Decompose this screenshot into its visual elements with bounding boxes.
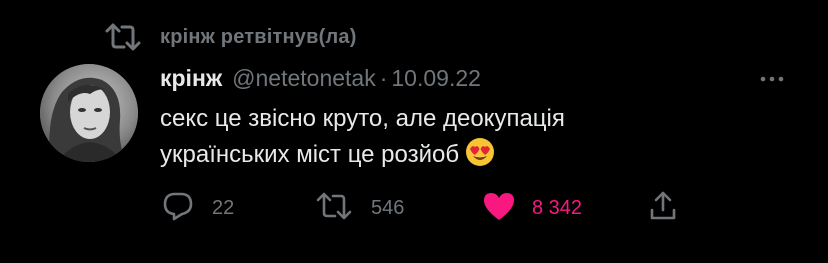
like-count: 8 342: [532, 196, 583, 219]
tweet-text-line-2-text: українських міст це розйоб: [160, 141, 460, 168]
retweet-icon: [104, 22, 142, 52]
retweet-icon[interactable]: [315, 191, 353, 226]
action-bar: 22 546 8 342: [160, 188, 800, 228]
avatar[interactable]: [40, 64, 138, 162]
retweet-count: 546: [371, 196, 405, 219]
like-button[interactable]: 8 342: [482, 188, 582, 228]
retweet-banner[interactable]: крінж ретвітнув(ла): [104, 22, 357, 52]
tweet-text: секс це звісно круто, але деокупація укр…: [160, 101, 800, 178]
more-horizontal-icon[interactable]: [756, 66, 788, 92]
tweet-text-line-1: секс це звісно круто, але деокупація: [160, 105, 565, 132]
reply-count: 22: [212, 196, 235, 219]
reply-icon[interactable]: [162, 190, 194, 227]
share-button[interactable]: [648, 188, 678, 228]
smiling-face-with-heart-eyes-emoji: [465, 137, 495, 178]
tweet-card[interactable]: крінж ретвітнув(ла) крінж @netetonetak ·…: [0, 0, 828, 263]
tweet-text-line-2: українських міст це розйоб: [160, 137, 800, 178]
retweet-label: крінж ретвітнув(ла): [160, 25, 357, 48]
reply-button[interactable]: 22: [162, 188, 234, 228]
tweet-date[interactable]: 10.09.22: [391, 65, 481, 92]
retweet-button[interactable]: 546: [315, 188, 404, 228]
share-icon[interactable]: [648, 190, 678, 227]
tweet-header: крінж @netetonetak · 10.09.22: [160, 60, 481, 96]
user-handle[interactable]: @netetonetak: [232, 65, 376, 92]
display-name[interactable]: крінж: [160, 65, 222, 92]
heart-icon[interactable]: [482, 191, 516, 226]
separator-dot: ·: [379, 64, 388, 91]
